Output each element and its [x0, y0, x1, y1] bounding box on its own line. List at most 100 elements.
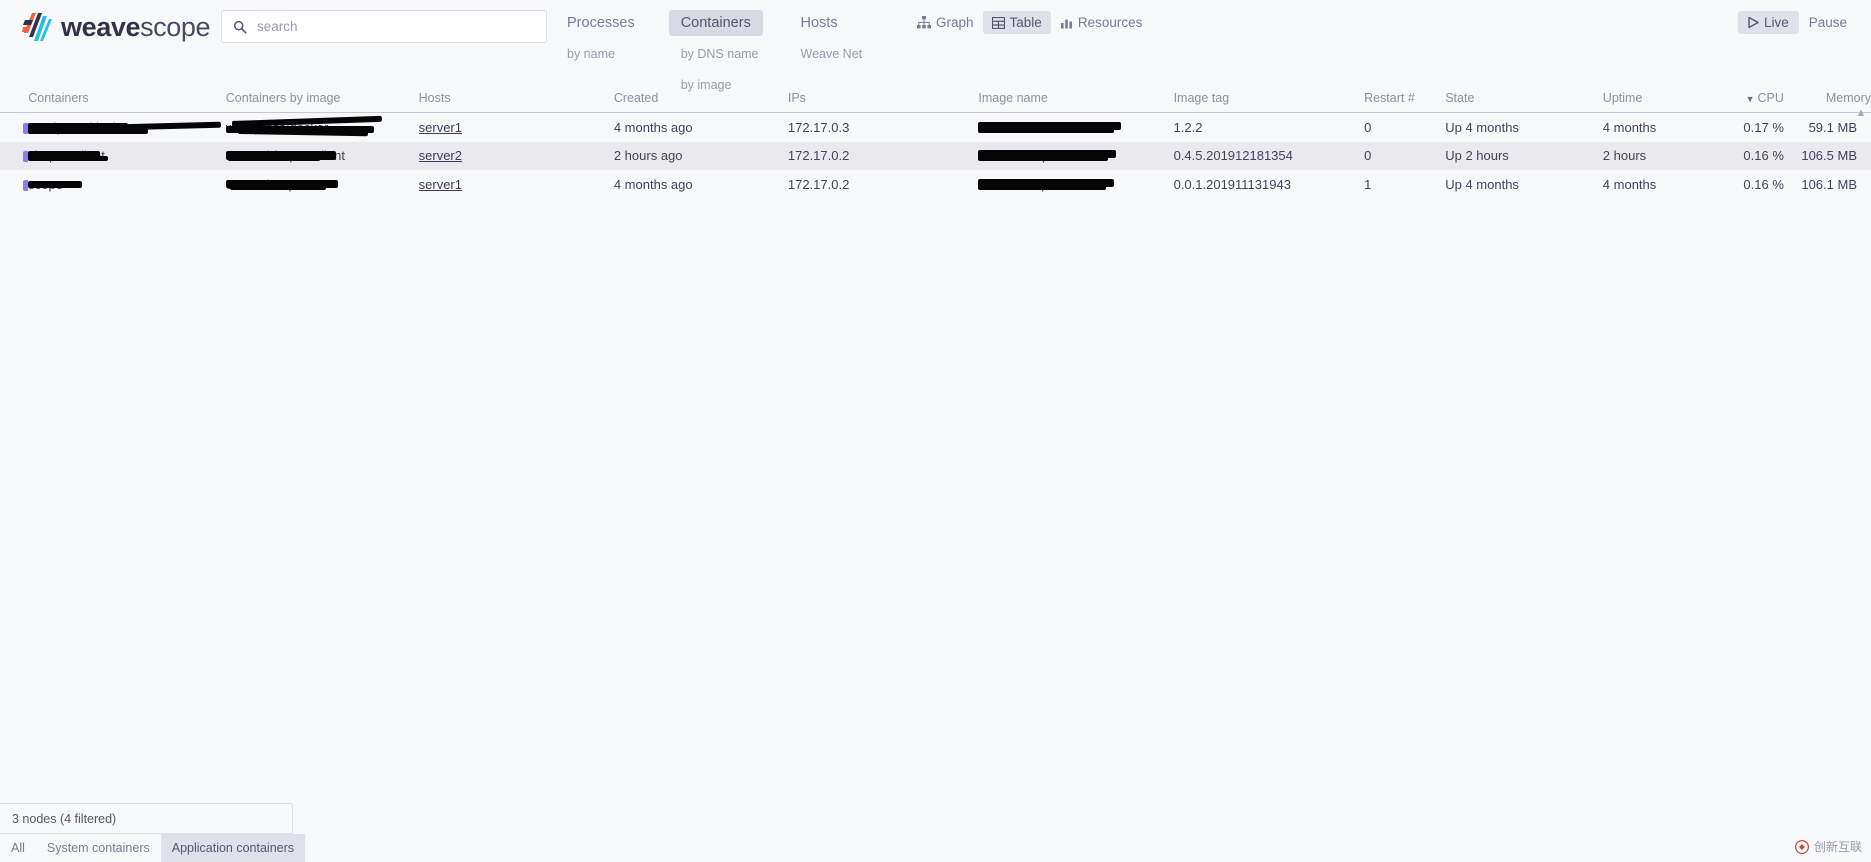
cell-containers-by-image: wordpress/docker [225, 113, 419, 142]
cell-image-tag: 1.2.2 [1173, 119, 1203, 135]
th-cpu-label: CPU [1757, 91, 1784, 105]
redacted-container-name: scope [28, 177, 84, 193]
cell-memory: 106.1 MB [1801, 176, 1857, 192]
th-spacer [0, 86, 29, 113]
view-button-graph[interactable]: Graph [908, 11, 983, 34]
topology-sub-weave-net[interactable]: Weave Net [789, 41, 875, 67]
host-link[interactable]: server1 [419, 177, 462, 192]
cell-ips: 172.17.0.2 [787, 148, 850, 164]
th-image-name[interactable]: Image name [978, 86, 1174, 113]
view-button-resources[interactable]: Resources [1051, 11, 1152, 34]
table-row[interactable]: scope canton/scope server1 4 months ago … [0, 170, 1871, 199]
table-body: wordpress/docker wordpress/docker server… [0, 113, 1871, 199]
cell-containers: shopec-client [28, 142, 226, 171]
view-button-table-label: Table [1009, 15, 1042, 30]
row-swatch-cell [0, 142, 29, 171]
view-button-resources-label: Resources [1077, 15, 1143, 30]
scroll-up-arrow[interactable]: ▲ [1854, 104, 1868, 122]
resources-icon [1060, 19, 1072, 28]
cell-ips: 172.17.0.2 [787, 176, 850, 192]
cell-image-name: canton-vac-mcr-docker [978, 113, 1173, 142]
cell-uptime: 2 hours [1602, 148, 1647, 164]
cell-state: Up 2 hours [1445, 148, 1509, 164]
th-restart[interactable]: Restart # [1364, 86, 1446, 113]
cell-restart: 1 [1364, 176, 1372, 192]
redacted-container-name: wordpress/docker [28, 120, 222, 136]
cell-containers: scope [28, 170, 226, 199]
brand-name-bold: weave [61, 11, 141, 42]
live-button-label: Live [1763, 15, 1789, 30]
search-input[interactable] [257, 19, 527, 34]
view-mode-toggle: Graph Table Resources [908, 11, 1151, 34]
cell-image-name: canton/scope-client [978, 170, 1173, 199]
cell-hosts: server1 [419, 113, 614, 142]
cell-containers-by-image: canton/shopec-client [225, 142, 419, 171]
topology-item-containers[interactable]: Containers [668, 10, 763, 36]
th-containers-by-image[interactable]: Containers by image [225, 86, 419, 113]
redacted-image-name: canton-vac-mcr-docker [978, 120, 1122, 136]
node-filter-panel: 3 nodes (4 filtered) All System containe… [0, 803, 306, 862]
th-state[interactable]: State [1445, 86, 1603, 113]
th-uptime[interactable]: Uptime [1602, 86, 1707, 113]
table-header-row: Containers Containers by image Hosts Cre… [0, 86, 1871, 113]
cell-containers-by-image: canton/scope [225, 170, 419, 199]
cell-ips: 172.17.0.3 [787, 119, 850, 135]
th-created[interactable]: Created [613, 86, 788, 113]
view-button-table[interactable]: Table [982, 11, 1051, 34]
search-icon [233, 20, 247, 34]
cell-hosts: server2 [419, 142, 614, 171]
brand-logo[interactable]: weavescope [22, 8, 211, 46]
nodes-table: Containers Containers by image Hosts Cre… [0, 86, 1871, 199]
brand-name-light: scope [140, 11, 211, 42]
search-box[interactable] [221, 10, 547, 43]
th-cpu[interactable]: ▼ CPU [1706, 86, 1784, 113]
cell-created: 2 hours ago [613, 148, 683, 164]
live-button[interactable]: Live [1737, 11, 1799, 34]
view-button-graph-label: Graph [936, 15, 974, 30]
time-travel-control: Live Pause [1737, 11, 1857, 34]
topology-sub-by-name[interactable]: by name [555, 41, 627, 67]
node-count-label: 3 nodes (4 filtered) [12, 812, 117, 826]
table-row[interactable]: shopec-client canton/shopec-client serve… [0, 141, 1871, 171]
row-swatch-cell [0, 170, 29, 199]
table-icon [991, 16, 1005, 29]
cell-state: Up 4 months [1445, 119, 1519, 135]
graph-icon [917, 16, 931, 29]
th-image-tag[interactable]: Image tag [1173, 86, 1365, 113]
cell-containers: wordpress/docker [28, 113, 226, 142]
table-row[interactable]: wordpress/docker wordpress/docker server… [0, 113, 1871, 142]
topology-column-processes: Processes by name [555, 10, 647, 98]
cell-memory: 106.5 MB [1801, 148, 1857, 164]
watermark-logo-icon [1794, 839, 1809, 854]
topology-item-processes[interactable]: Processes [555, 10, 647, 36]
cell-uptime: 4 months [1602, 119, 1657, 135]
nodes-table-container: Containers Containers by image Hosts Cre… [0, 86, 1871, 199]
host-link[interactable]: server2 [419, 148, 462, 163]
pause-button-label: Pause [1808, 15, 1847, 30]
watermark: 创新互联 [1794, 838, 1862, 855]
th-containers[interactable]: Containers [28, 86, 226, 113]
th-ips[interactable]: IPs [787, 86, 979, 113]
th-hosts[interactable]: Hosts [418, 86, 614, 113]
cell-image-tag: 0.4.5.201912181354 [1173, 148, 1293, 164]
topology-nav: Processes by name Containers by DNS name… [555, 10, 874, 98]
redacted-image-name: canton/scope-client [978, 177, 1115, 193]
sort-desc-icon: ▼ [1745, 94, 1755, 104]
weave-logo-icon [22, 13, 52, 41]
row-swatch-cell [0, 113, 29, 142]
host-link[interactable]: server1 [419, 120, 462, 135]
filter-button-application-containers[interactable]: Application containers [160, 834, 306, 862]
redacted-image-name: canton/shopec-client [978, 148, 1117, 164]
watermark-text: 创新互联 [1813, 840, 1862, 854]
cell-hosts: server1 [419, 170, 614, 199]
topology-sub-by-dns-name[interactable]: by DNS name [669, 41, 771, 67]
redacted-image-group: canton/shopec-client [225, 148, 345, 164]
container-filter-group: All System containers Application contai… [0, 833, 306, 862]
topology-item-hosts[interactable]: Hosts [789, 10, 850, 36]
cell-restart: 0 [1364, 119, 1372, 135]
cell-restart: 0 [1364, 148, 1372, 164]
pause-button[interactable]: Pause [1799, 11, 1857, 34]
filter-button-all[interactable]: All [0, 834, 36, 862]
filter-button-system-containers[interactable]: System containers [36, 834, 161, 862]
redacted-image-group: wordpress/docker [225, 115, 382, 136]
